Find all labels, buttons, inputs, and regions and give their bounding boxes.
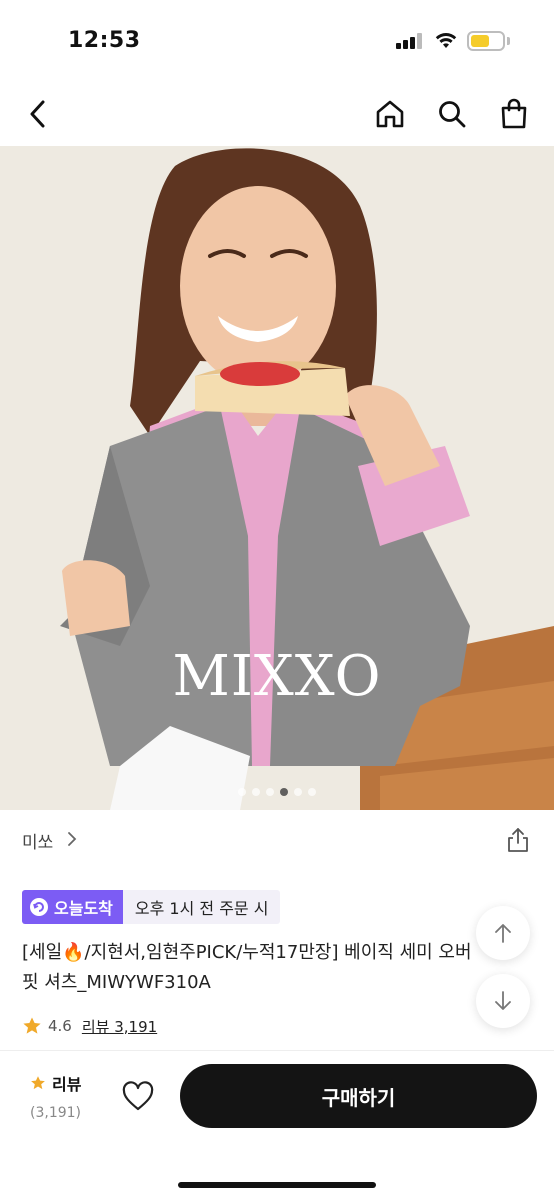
rating-value: 4.6 bbox=[48, 1017, 72, 1035]
review-link[interactable]: 리뷰 3,191 bbox=[82, 1016, 157, 1037]
product-title-line1: [세일🔥/지현서,임현주PICK/누적17만장] 베이직 세미 오버 bbox=[22, 942, 472, 963]
brand-link[interactable]: 미쏘 bbox=[22, 828, 53, 853]
shopping-bag-icon[interactable] bbox=[496, 96, 532, 132]
arrow-down-icon bbox=[495, 991, 511, 1010]
carousel-dot[interactable] bbox=[308, 788, 316, 796]
brand-row: 미쏘 bbox=[22, 826, 532, 854]
brand-watermark: MIXXO bbox=[172, 644, 382, 709]
delivery-arrow-icon bbox=[30, 898, 48, 916]
bottom-action-bar: 리뷰 (3,191) 구매하기 bbox=[0, 1050, 554, 1200]
carousel-dot[interactable] bbox=[266, 788, 274, 796]
delivery-condition: 오후 1시 전 주문 시 bbox=[122, 890, 281, 924]
product-title-line2: 핏 셔츠_MIWYWF310A bbox=[22, 972, 211, 993]
star-icon bbox=[31, 1076, 45, 1090]
today-delivery-badge: 오늘도착 bbox=[22, 890, 123, 924]
status-time: 12:53 bbox=[68, 28, 141, 53]
wifi-icon bbox=[435, 32, 457, 48]
top-nav bbox=[0, 84, 554, 144]
arrow-up-icon bbox=[495, 924, 511, 943]
carousel-dot[interactable] bbox=[252, 788, 260, 796]
chevron-right-icon bbox=[68, 832, 77, 846]
review-summary[interactable]: 리뷰 (3,191) bbox=[30, 1071, 100, 1121]
search-icon[interactable] bbox=[434, 96, 470, 132]
review-label: 리뷰 bbox=[52, 1075, 82, 1094]
product-title: [세일🔥/지현서,임현주PICK/누적17만장] 베이직 세미 오버 핏 셔츠_… bbox=[22, 938, 522, 998]
product-photo bbox=[0, 146, 554, 810]
product-image-carousel[interactable]: MIXXO bbox=[0, 146, 554, 810]
scroll-bottom-button[interactable] bbox=[476, 974, 530, 1028]
buy-button[interactable]: 구매하기 bbox=[180, 1064, 537, 1128]
home-indicator bbox=[178, 1182, 376, 1188]
rating-row: 4.6 리뷰 3,191 bbox=[22, 1014, 157, 1038]
star-icon bbox=[23, 1017, 41, 1034]
scroll-top-button[interactable] bbox=[476, 906, 530, 960]
heart-icon[interactable] bbox=[120, 1079, 156, 1115]
carousel-dot[interactable] bbox=[294, 788, 302, 796]
carousel-dot[interactable] bbox=[238, 788, 246, 796]
home-icon[interactable] bbox=[372, 96, 408, 132]
share-icon[interactable] bbox=[504, 826, 532, 854]
status-bar: 12:53 bbox=[0, 0, 554, 80]
carousel-dot-active[interactable] bbox=[280, 788, 288, 796]
back-icon[interactable] bbox=[20, 96, 56, 132]
review-count: (3,191) bbox=[30, 1105, 82, 1121]
battery-icon bbox=[467, 31, 505, 51]
carousel-indicator bbox=[0, 788, 554, 796]
signal-icon bbox=[396, 33, 422, 49]
delivery-badge-label: 오늘도착 bbox=[54, 899, 113, 918]
delivery-chip: 오늘도착 오후 1시 전 주문 시 bbox=[22, 890, 281, 924]
